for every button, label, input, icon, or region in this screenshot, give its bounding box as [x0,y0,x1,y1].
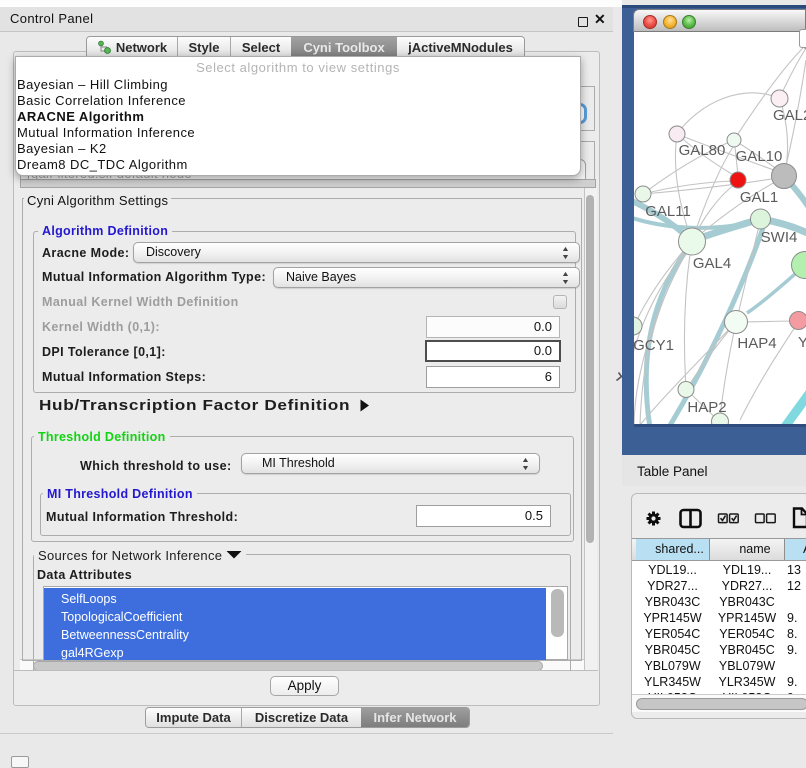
svg-text:GAL11: GAL11 [645,203,691,220]
svg-text:GAL10: GAL10 [736,148,783,165]
svg-text:SWI4: SWI4 [761,229,798,246]
svg-text:GAL2: GAL2 [773,107,806,124]
svg-text:GAL80: GAL80 [679,142,726,159]
svg-text:HAP4: HAP4 [737,335,776,352]
svg-text:HAP2: HAP2 [687,399,726,416]
svg-text:GAL1: GAL1 [740,189,778,206]
svg-text:GAL4: GAL4 [693,255,731,272]
svg-text:YM: YM [798,334,806,351]
svg-text:GCY1: GCY1 [634,337,674,354]
